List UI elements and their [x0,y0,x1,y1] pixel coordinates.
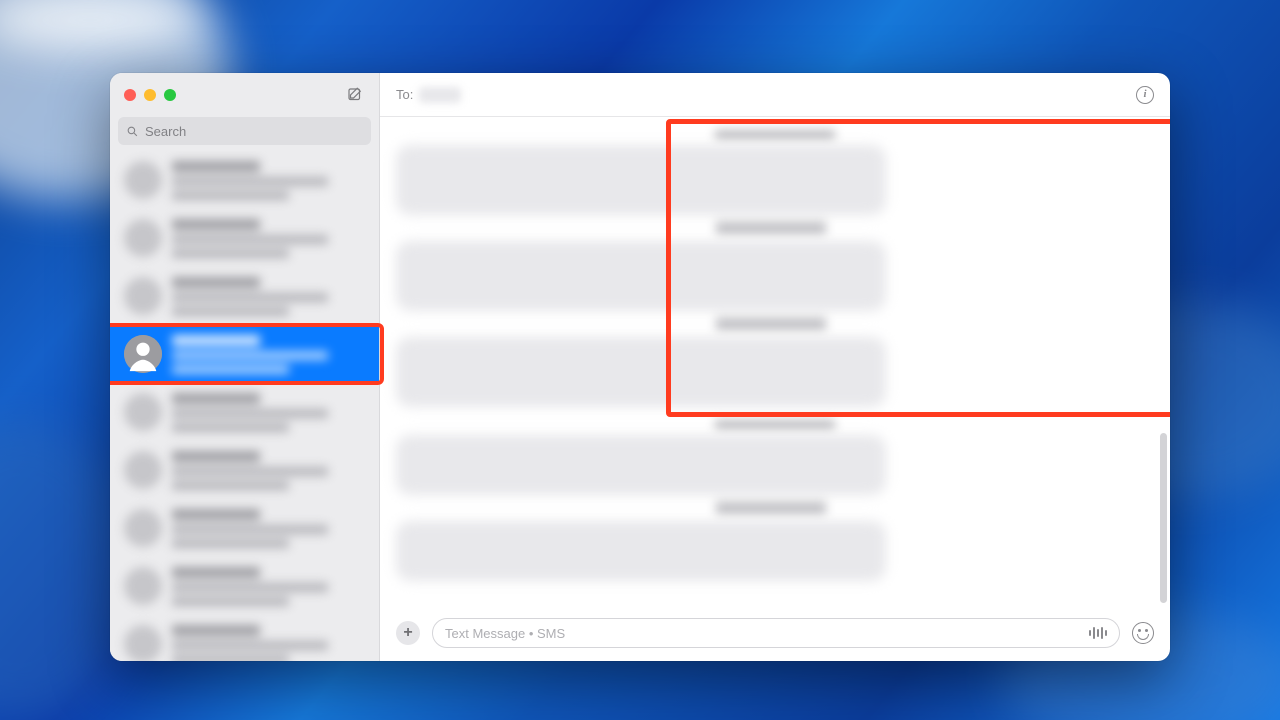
conversation-item[interactable] [110,557,379,615]
person-icon [124,335,162,373]
emoji-button[interactable] [1132,622,1154,644]
message-bubble[interactable] [396,521,886,581]
search-placeholder: Search [145,124,186,139]
conversation-header: To: i [380,73,1170,117]
conversation-list[interactable] [110,151,379,661]
message-bubble[interactable] [396,145,886,215]
message-bubble[interactable] [396,337,886,407]
minimize-button[interactable] [144,89,156,101]
conversation-item[interactable] [110,499,379,557]
info-icon: i [1143,89,1146,100]
conversation-item[interactable] [110,209,379,267]
message-meta-redacted [716,501,826,515]
message-input-placeholder: Text Message • SMS [445,626,565,641]
apps-button[interactable]: + [396,621,420,645]
details-button[interactable]: i [1136,86,1154,104]
avatar [124,335,162,373]
window-controls [124,89,176,101]
message-scroll-area[interactable] [380,117,1170,615]
window-titlebar [110,73,379,117]
search-input[interactable]: Search [118,117,371,145]
compose-button[interactable] [345,85,365,105]
message-input-row: + Text Message • SMS [380,615,1170,661]
message-meta-redacted [716,221,826,235]
scrollbar-thumb[interactable] [1160,433,1167,603]
timestamp-redacted [396,417,1154,429]
conversation-item-selected[interactable] [110,325,379,383]
close-button[interactable] [124,89,136,101]
zoom-button[interactable] [164,89,176,101]
conversation-sidebar: Search [110,73,380,661]
conversation-item[interactable] [110,615,379,661]
message-meta-redacted [716,317,826,331]
message-bubble[interactable] [396,241,886,311]
message-bubble[interactable] [396,435,886,495]
compose-icon [346,86,364,104]
conversation-item[interactable] [110,441,379,499]
search-icon [126,125,139,138]
timestamp-redacted [396,127,1154,139]
to-label: To: [396,87,413,102]
message-input[interactable]: Text Message • SMS [432,618,1120,648]
conversation-item[interactable] [110,151,379,209]
conversation-main: To: i + Text Message • SMS [380,73,1170,661]
recipient-chip[interactable] [419,87,461,103]
conversation-item[interactable] [110,383,379,441]
audio-record-icon[interactable] [1089,626,1107,640]
conversation-item[interactable] [110,267,379,325]
messages-window: Search To: i [110,73,1170,661]
